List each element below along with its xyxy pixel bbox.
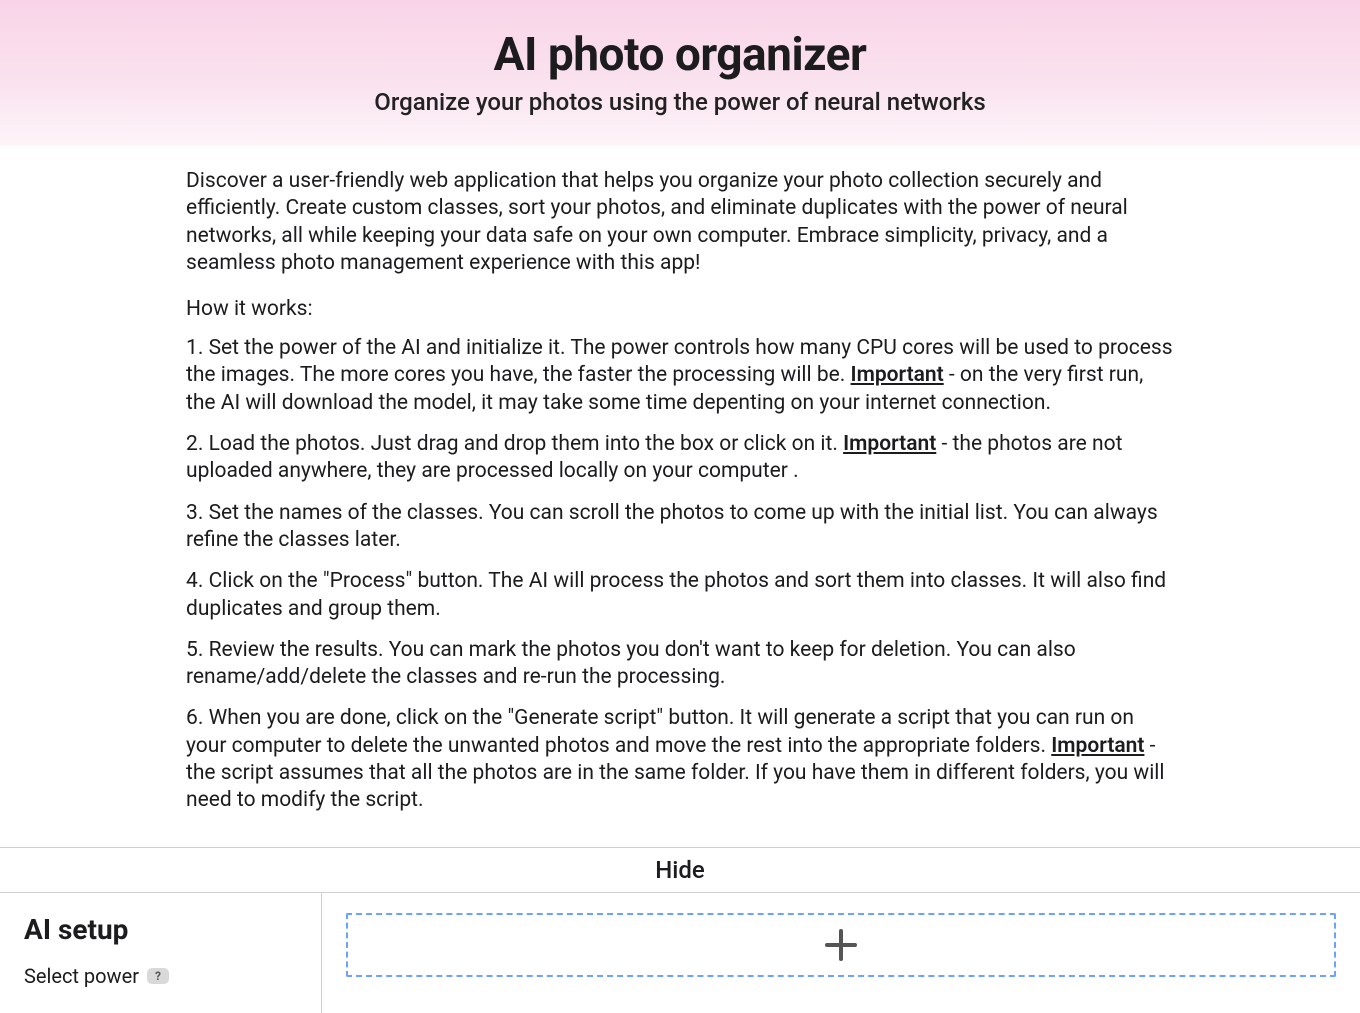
sidebar-title: AI setup	[24, 913, 297, 946]
step-item: Set the names of the classes. You can sc…	[186, 500, 1174, 555]
important-label: Important	[851, 363, 944, 387]
select-power-label: Select power	[24, 964, 139, 988]
how-it-works-label: How it works:	[186, 297, 1174, 321]
steps-list: Set the power of the AI and initialize i…	[186, 335, 1174, 814]
select-power-row: Select power ?	[24, 964, 297, 988]
step-item: Load the photos. Just drag and drop them…	[186, 431, 1174, 486]
important-label: Important	[1051, 734, 1144, 758]
step-text: Load the photos. Just drag and drop them…	[209, 432, 844, 456]
intro-paragraph: Discover a user-friendly web application…	[186, 168, 1174, 277]
step-text: Click on the "Process" button. The AI wi…	[186, 569, 1166, 620]
step-item: When you are done, click on the "Generat…	[186, 705, 1174, 814]
lower-section: AI setup Select power ?	[0, 893, 1360, 1013]
page-title: AI photo organizer	[20, 28, 1340, 82]
important-label: Important	[843, 432, 936, 456]
hide-toggle[interactable]: Hide	[0, 848, 1360, 893]
ai-setup-sidebar: AI setup Select power ?	[0, 893, 322, 1013]
step-text: Review the results. You can mark the pho…	[186, 638, 1076, 689]
step-text: When you are done, click on the "Generat…	[186, 706, 1134, 757]
step-item: Set the power of the AI and initialize i…	[186, 335, 1174, 417]
step-text: Set the names of the classes. You can sc…	[186, 501, 1158, 552]
plus-icon	[823, 927, 859, 963]
photo-dropzone[interactable]	[346, 913, 1336, 977]
page-subtitle: Organize your photos using the power of …	[20, 88, 1340, 116]
main-area	[322, 893, 1360, 1013]
help-icon[interactable]: ?	[147, 968, 169, 984]
hero-banner: AI photo organizer Organize your photos …	[0, 0, 1360, 146]
description-section: Discover a user-friendly web application…	[0, 146, 1360, 847]
step-item: Click on the "Process" button. The AI wi…	[186, 568, 1174, 623]
step-item: Review the results. You can mark the pho…	[186, 637, 1174, 692]
